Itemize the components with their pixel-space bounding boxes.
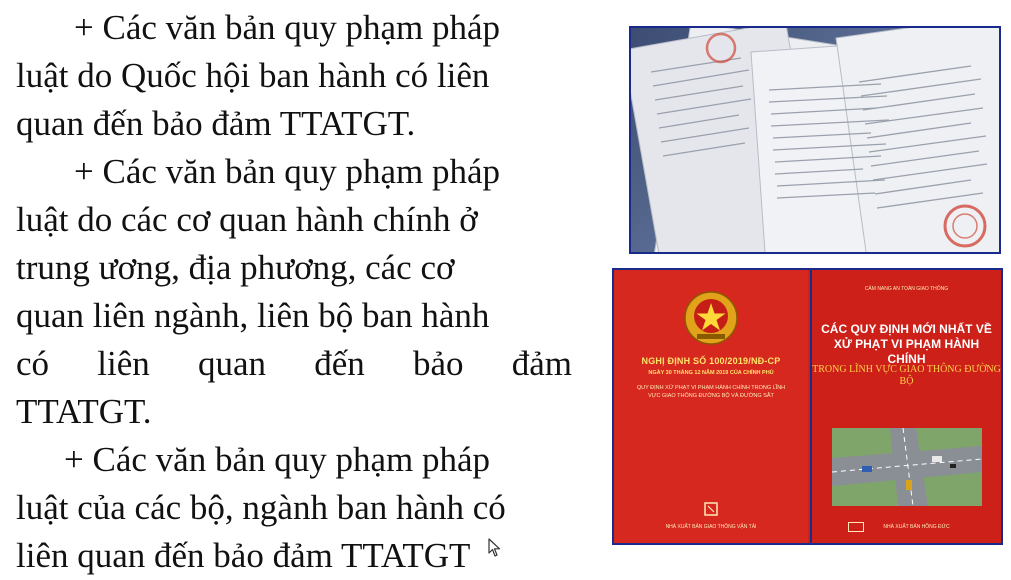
book-publisher: NHÀ XUẤT BẢN GIAO THÔNG VẬN TẢI [665, 524, 757, 530]
national-emblem-icon [684, 291, 738, 345]
text-line: có liên quan đến bảo đảm [16, 344, 572, 383]
paragraph-national-assembly: + Các văn bản quy phạm pháp luật do Quốc… [16, 4, 572, 148]
intersection-illustration-icon [832, 428, 982, 506]
publisher-logo-icon [704, 502, 718, 516]
book-field: TRONG LĨNH VỰC GIAO THÔNG ĐƯỜNG BỘ [812, 364, 1001, 387]
mouse-pointer-icon [488, 523, 502, 571]
traffic-regulations-book: CẨM NANG AN TOÀN GIAO THÔNG CÁC QUY ĐỊNH… [810, 270, 1001, 543]
paragraph-ministries: + Các văn bản quy phạm pháp luật của các… [16, 436, 572, 580]
text-line: trung ương, địa phương, các cơ [16, 248, 455, 287]
text-line: quan đến bảo đảm TTATGT. [16, 104, 416, 143]
book-series: CẨM NANG AN TOÀN GIAO THÔNG [864, 286, 949, 292]
text-line: liên quan đến bảo đảm TTATGT [16, 536, 471, 575]
book-subtitle: NGÀY 30 THÁNG 12 NĂM 2019 CỦA CHÍNH PHỦ [648, 370, 774, 376]
text-line: luật của các bộ, ngành ban hành có [16, 488, 506, 527]
text-line: TTATGT. [16, 392, 152, 431]
text-line: + Các văn bản quy phạm pháp [74, 152, 501, 191]
paragraph-administrative-agencies: + Các văn bản quy phạm pháp luật do các … [16, 148, 572, 436]
decree-100-book: NGHỊ ĐỊNH SỐ 100/2019/NĐ-CP NGÀY 30 THÁN… [614, 270, 808, 543]
text-line: + Các văn bản quy phạm pháp [64, 440, 491, 479]
text-line: luật do các cơ quan hành chính ở [16, 200, 478, 239]
book-headline: CÁC QUY ĐỊNH MỚI NHẤT VỀ XỬ PHẠT VI PHẠM… [821, 322, 992, 366]
legal-documents-photo [629, 26, 1001, 254]
book-title: NGHỊ ĐỊNH SỐ 100/2019/NĐ-CP [641, 356, 781, 366]
text-line: luật do Quốc hội ban hành có liên [16, 56, 490, 95]
text-line: quan liên ngành, liên bộ ban hành [16, 296, 490, 335]
stacked-documents-icon [631, 28, 999, 252]
book-publisher: NHÀ XUẤT BẢN HỒNG ĐỨC [883, 524, 950, 530]
book-description: QUY ĐỊNH XỬ PHẠT VI PHẠM HÀNH CHÍNH TRON… [636, 385, 786, 399]
traffic-law-books: NGHỊ ĐỊNH SỐ 100/2019/NĐ-CP NGÀY 30 THÁN… [612, 268, 1003, 545]
body-text: + Các văn bản quy phạm pháp luật do Quốc… [16, 4, 572, 580]
text-line: + Các văn bản quy phạm pháp [74, 8, 501, 47]
